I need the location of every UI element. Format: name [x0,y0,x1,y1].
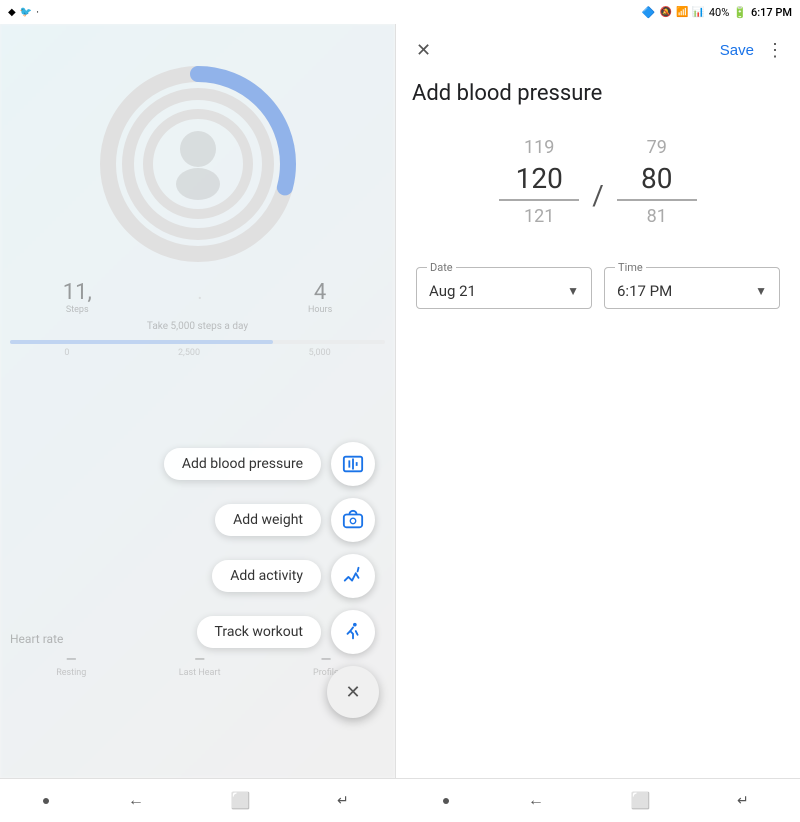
back-button-right[interactable]: ← [520,788,552,814]
nav-right: ← ⬜ ↵ [400,787,800,815]
form-header: ✕ Save ⋮ [396,24,800,73]
diastolic-input[interactable]: 80 [617,162,697,201]
right-panel: ✕ Save ⋮ Add blood pressure 119 120 121 … [396,24,800,778]
wifi-icon: 📶 [676,7,688,18]
main-content: 11, Steps · 4 Hours Take 5,000 steps a d… [0,24,800,778]
navigation-bar: ← ⬜ ↵ ← ⬜ ↵ [0,778,800,822]
activity-button[interactable] [331,554,375,598]
systolic-below: 121 [524,201,554,231]
systolic-above: 119 [524,132,554,162]
twitter-icon: 🐦 [20,7,32,18]
blood-pressure-input-area: 119 120 121 / 79 80 81 [396,122,800,251]
menu-item-blood-pressure[interactable]: Add blood pressure [164,442,375,486]
activity-ring [88,54,308,274]
more-options-button[interactable]: ⋮ [766,40,784,61]
background-stats: 11, Steps · 4 Hours Take 5,000 steps a d… [10,274,385,358]
bp-divider-slash: / [592,179,604,214]
battery-text: 40% [709,6,729,19]
date-field[interactable]: Date Aug 21 ▼ [416,267,592,309]
save-button[interactable]: Save [720,42,754,59]
close-fab-icon: ✕ [345,682,360,703]
notification-icon: ◆ [8,7,16,18]
back-button-left[interactable]: ← [120,788,152,814]
nav-left: ← ⬜ ↵ [0,787,400,815]
time-display: 6:17 PM [751,6,792,19]
systolic-input[interactable]: 120 [499,162,579,201]
diastolic-below: 81 [647,201,667,231]
diastolic-column: 79 80 81 [612,132,702,231]
activity-label[interactable]: Add activity [212,560,321,592]
content-spacer [396,325,800,778]
steps-goal: Take 5,000 steps a day [10,321,385,332]
close-icon: ✕ [416,40,431,60]
weight-label[interactable]: Add weight [215,504,321,536]
floating-menu: Add blood pressure Add weight [164,442,375,718]
time-dropdown-arrow: ▼ [755,284,767,298]
battery-icon: 🔋 [733,6,747,19]
form-close-button[interactable]: ✕ [412,36,435,65]
nav-dot-right [443,798,449,804]
signal-icon: 📊 [692,7,704,18]
workout-label[interactable]: Track workout [197,616,321,648]
home-button-right[interactable]: ⬜ [622,787,658,815]
menu-item-activity[interactable]: Add activity [212,554,375,598]
date-select[interactable]: Aug 21 ▼ [429,276,579,300]
dot-indicator: · [36,6,39,19]
menu-item-weight[interactable]: Add weight [215,498,375,542]
mute-icon: 🔕 [659,7,671,18]
recents-button-left[interactable]: ↵ [329,788,357,813]
blood-pressure-button[interactable] [331,442,375,486]
weight-button[interactable] [331,498,375,542]
status-bar: ◆ 🐦 · 🔷 🔕 📶 📊 40% 🔋 6:17 PM [0,0,800,24]
home-button-left[interactable]: ⬜ [222,787,258,815]
date-value: Aug 21 [429,282,476,300]
close-fab-button[interactable]: ✕ [327,666,379,718]
time-value: 6:17 PM [617,282,672,300]
status-bar-right: 🔷 🔕 📶 📊 40% 🔋 6:17 PM [642,6,792,19]
menu-item-workout[interactable]: Track workout [197,610,375,654]
systolic-column: 119 120 121 [494,132,584,231]
bluetooth-icon: 🔷 [642,6,656,19]
status-bar-left: ◆ 🐦 · [8,6,39,19]
time-select[interactable]: 6:17 PM ▼ [617,276,767,300]
workout-button[interactable] [331,610,375,654]
diastolic-above: 79 [647,132,667,162]
header-actions: Save ⋮ [720,40,784,61]
time-label: Time [615,261,646,274]
form-title: Add blood pressure [396,73,800,122]
datetime-row: Date Aug 21 ▼ Time 6:17 PM ▼ [396,251,800,325]
recents-button-right[interactable]: ↵ [729,788,757,813]
date-label: Date [427,261,456,274]
left-panel: 11, Steps · 4 Hours Take 5,000 steps a d… [0,24,395,778]
blood-pressure-label[interactable]: Add blood pressure [164,448,321,480]
date-dropdown-arrow: ▼ [567,284,579,298]
time-field[interactable]: Time 6:17 PM ▼ [604,267,780,309]
nav-dot-left [43,798,49,804]
